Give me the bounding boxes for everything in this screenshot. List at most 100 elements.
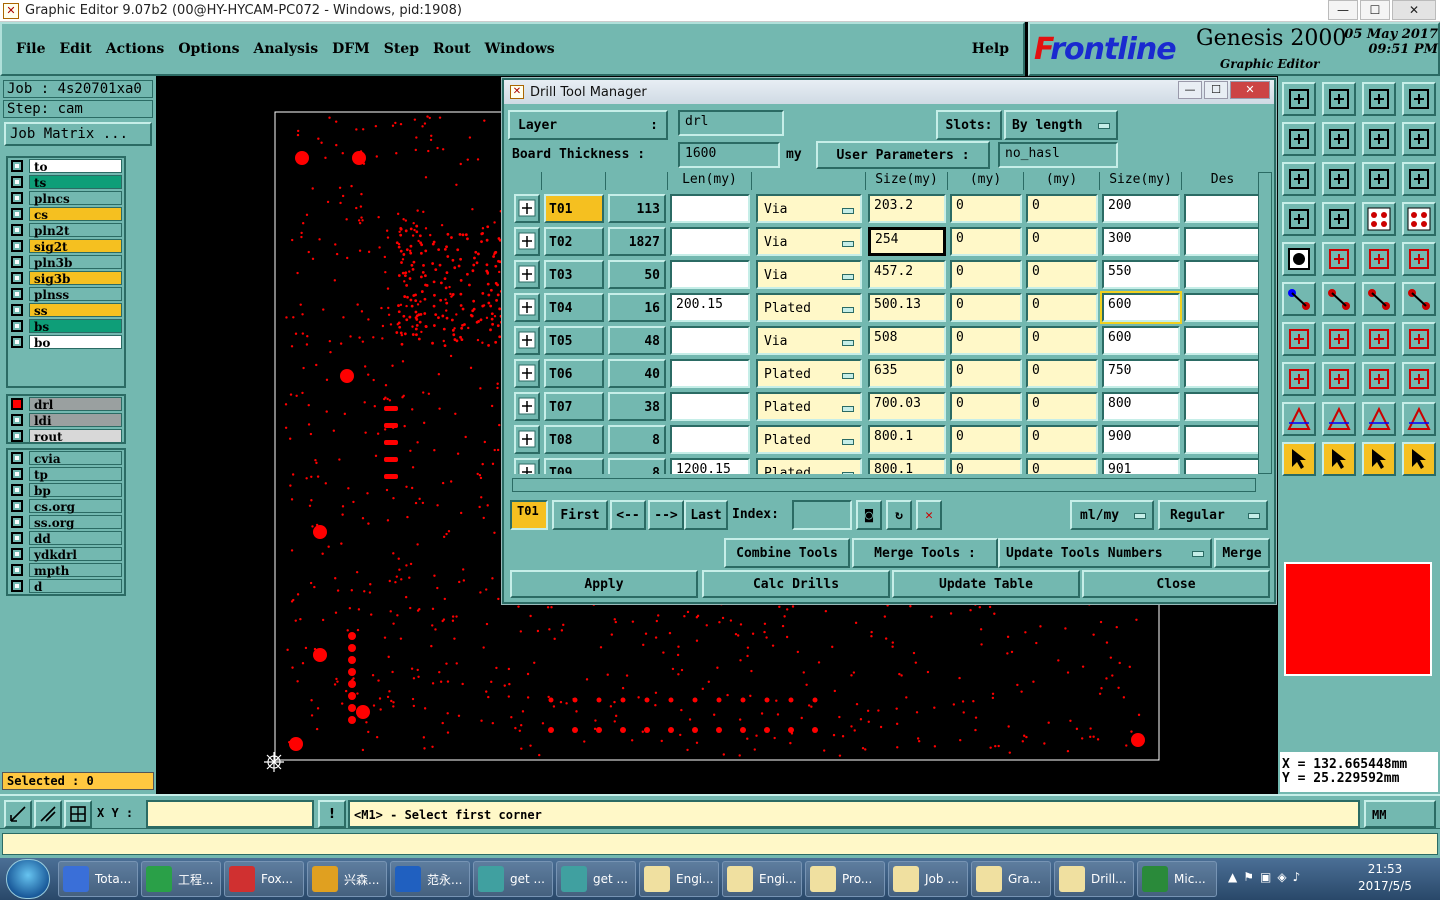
layer-checkbox[interactable] — [11, 160, 23, 172]
units-select[interactable]: MM — [1364, 800, 1436, 828]
triangle-mark-icon[interactable] — [1362, 402, 1396, 436]
resize-icon[interactable] — [1362, 362, 1396, 396]
taskbar-clock[interactable]: 21:53 2017/5/5 — [1350, 861, 1420, 895]
rotate-icon[interactable] — [1362, 322, 1396, 356]
expand-row-icon[interactable] — [514, 293, 540, 322]
layer-name[interactable]: ydkdrl — [29, 547, 122, 562]
cell-tol-minus[interactable]: 0 — [1026, 392, 1098, 421]
menu-file[interactable]: File — [16, 41, 45, 57]
cell-drill-size[interactable]: 203.2 — [868, 194, 946, 223]
layer-row-bp[interactable]: bp — [8, 482, 124, 498]
taskbar-item[interactable]: Engi... — [722, 861, 802, 897]
menu-step[interactable]: Step — [384, 41, 419, 57]
layer-name[interactable]: ts — [29, 175, 122, 190]
layer-name[interactable]: sig2t — [29, 239, 122, 254]
compare-icon[interactable] — [1402, 202, 1436, 236]
pointer-icon[interactable] — [1282, 442, 1316, 476]
grid-toggle-icon[interactable] — [1322, 202, 1356, 236]
layer-name[interactable]: mpth — [29, 563, 122, 578]
layer-row-cvia[interactable]: cvia — [8, 450, 124, 466]
cell-drill-size[interactable]: 800.1 — [868, 425, 946, 454]
layer-row-mpth[interactable]: mpth — [8, 562, 124, 578]
open-icon[interactable] — [1282, 82, 1316, 116]
cell-desc[interactable] — [1184, 359, 1264, 388]
cell-desc[interactable] — [1184, 227, 1264, 256]
cell-tol-minus[interactable]: 0 — [1026, 293, 1098, 322]
cell-type-select[interactable]: Plated — [756, 359, 862, 388]
tray-network-icon[interactable]: ◈ — [1277, 870, 1286, 884]
layer-name[interactable]: cs.org — [29, 499, 122, 514]
cell-tol-plus[interactable]: 0 — [950, 359, 1022, 388]
layer-row-ts[interactable]: ts — [8, 174, 124, 190]
layer-name[interactable]: bo — [29, 335, 122, 350]
layer-row-plnss[interactable]: plnss — [8, 286, 124, 302]
cell-tol-plus[interactable]: 0 — [950, 194, 1022, 223]
move-icon[interactable] — [1282, 362, 1316, 396]
combine-tools-button[interactable]: Combine Tools — [724, 538, 850, 568]
layer-checkbox[interactable] — [11, 580, 23, 592]
cell-tol-plus[interactable]: 0 — [950, 458, 1022, 474]
select-icon[interactable] — [1322, 242, 1356, 276]
layer-checkbox[interactable] — [11, 288, 23, 300]
layer-checkbox[interactable] — [11, 336, 23, 348]
menu-edit[interactable]: Edit — [59, 41, 91, 57]
layer-row-pln3b[interactable]: pln3b — [8, 254, 124, 270]
draw-line-icon[interactable] — [1322, 322, 1356, 356]
taskbar-item[interactable]: Job ... — [888, 861, 968, 897]
pointer-select-icon[interactable] — [1322, 442, 1356, 476]
layer-checkbox[interactable] — [11, 320, 23, 332]
layer-row-ss-org[interactable]: ss.org — [8, 514, 124, 530]
tray-arrow-icon[interactable]: ▲ — [1228, 870, 1237, 884]
layer-row-pln2t[interactable]: pln2t — [8, 222, 124, 238]
layer-field[interactable]: drl — [678, 110, 784, 136]
snap-icon[interactable] — [34, 800, 62, 828]
cell-drill-size[interactable]: 254 — [868, 227, 946, 256]
layer-row-sig2t[interactable]: sig2t — [8, 238, 124, 254]
minimize-button[interactable]: — — [1328, 0, 1358, 20]
arc-icon[interactable] — [1402, 282, 1436, 316]
pointer-arrow-icon[interactable] — [1362, 442, 1396, 476]
cell-type-select[interactable]: Plated — [756, 425, 862, 454]
layer-row-dd[interactable]: dd — [8, 530, 124, 546]
layer-checkbox[interactable] — [11, 516, 23, 528]
group-icon[interactable] — [1402, 362, 1436, 396]
mirror-icon[interactable] — [1362, 122, 1396, 156]
grid-icon[interactable] — [64, 800, 92, 828]
cell-finish-size[interactable]: 800 — [1102, 392, 1180, 421]
cell-length[interactable]: 200.15 — [670, 293, 750, 322]
cell-length[interactable] — [670, 194, 750, 223]
cell-tol-plus[interactable]: 0 — [950, 227, 1022, 256]
pointer-move-icon[interactable] — [1402, 442, 1436, 476]
layer-checkbox[interactable] — [11, 548, 23, 560]
undo-icon[interactable] — [1282, 122, 1316, 156]
menu-dfm[interactable]: DFM — [332, 41, 370, 57]
command-line[interactable] — [2, 833, 1438, 855]
cell-type-select[interactable]: Via — [756, 194, 862, 223]
maximize-button[interactable]: ☐ — [1360, 0, 1390, 20]
slots-dropdown[interactable]: By length — [1004, 110, 1118, 140]
cell-desc[interactable] — [1184, 293, 1264, 322]
layer-row-drl[interactable]: drl — [8, 396, 124, 412]
layer-row-plncs[interactable]: plncs — [8, 190, 124, 206]
layer-name[interactable]: ss.org — [29, 515, 122, 530]
dialog-close-icon[interactable]: ✕ — [1230, 81, 1270, 99]
cell-desc[interactable] — [1184, 194, 1264, 223]
expand-row-icon[interactable] — [514, 194, 540, 223]
update-tools-numbers-dropdown[interactable]: Update Tools Numbers — [998, 538, 1212, 568]
menu-actions[interactable]: Actions — [106, 41, 165, 57]
layer-checkbox[interactable] — [11, 256, 23, 268]
layer-checkbox[interactable] — [11, 208, 23, 220]
menu-analysis[interactable]: Analysis — [253, 41, 318, 57]
fit-icon[interactable] — [1282, 162, 1316, 196]
xy-input[interactable] — [146, 800, 314, 828]
update-table-button[interactable]: Update Table — [892, 570, 1080, 598]
layer-name[interactable]: bp — [29, 483, 122, 498]
layer-name[interactable]: dd — [29, 531, 122, 546]
stretch-icon[interactable] — [1322, 362, 1356, 396]
triangle-measure-icon[interactable] — [1402, 402, 1436, 436]
cell-tol-minus[interactable]: 0 — [1026, 260, 1098, 289]
layer-checkbox[interactable] — [11, 564, 23, 576]
expand-row-icon[interactable] — [514, 260, 540, 289]
netlist-icon[interactable] — [1362, 202, 1396, 236]
taskbar-item[interactable]: 兴森... — [307, 861, 387, 897]
